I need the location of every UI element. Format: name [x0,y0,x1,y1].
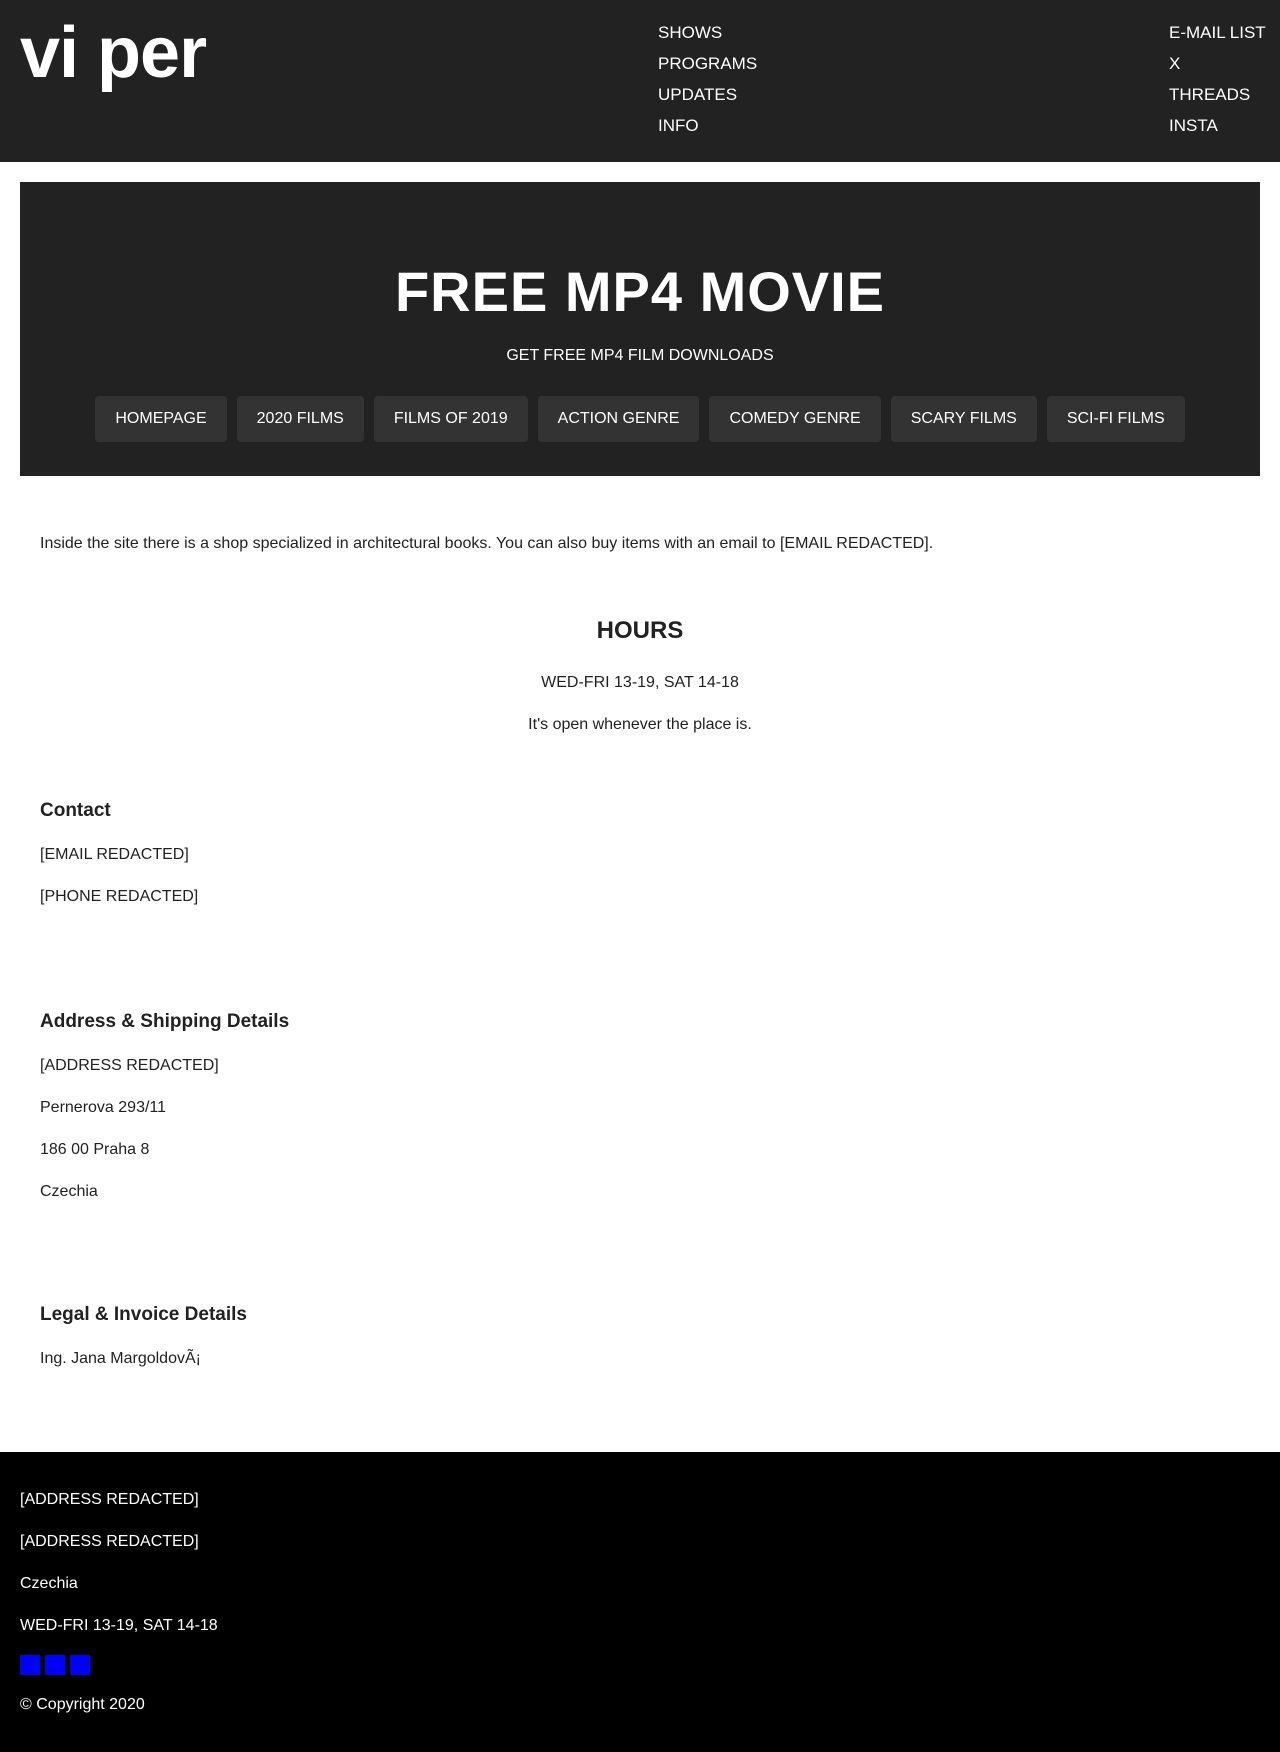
social-icon-3[interactable] [70,1655,90,1675]
address-line: [ADDRESS REDACTED] [40,1057,219,1074]
hero-title: FREE MP4 MOVIE [394,260,886,323]
footer-social-icons [20,1655,90,1675]
address-street: Pernerova 293/11 [40,1099,167,1116]
nav-item-x[interactable]: X [1169,48,1266,79]
footer-address-2: [ADDRESS REDACTED] [20,1533,199,1550]
hours-section: HOURS WED-FRI 13-19, SAT 14-18 It's open… [0,616,1280,733]
address-country: Czechia [40,1183,98,1200]
hours-note: It's open whenever the place is. [528,716,752,733]
address-city: 186 00 Praha 8 [40,1141,150,1158]
legal-section: Legal & Invoice Details Ing. Jana Margol… [40,1303,247,1369]
hero-subtitle: GET FREE MP4 FILM DOWNLOADS [506,347,774,364]
action-genre-button[interactable]: ACTION GENRE [537,396,700,442]
site-header: vi per SHOWS PROGRAMS UPDATES INFO E-MAI… [0,0,1280,162]
contact-section: Contact [EMAIL REDACTED] [PHONE REDACTED… [40,799,198,907]
footer-country: Czechia [20,1575,78,1592]
site-footer: [ADDRESS REDACTED] [ADDRESS REDACTED] Cz… [0,1452,1280,1752]
footer-address-1: [ADDRESS REDACTED] [20,1491,199,1508]
social-nav: E-MAIL LIST X THREADS INSTA [1169,17,1266,141]
homepage-button[interactable]: HOMEPAGE [95,396,227,442]
nav-item-info[interactable]: INFO [658,110,757,141]
nav-item-email-list[interactable]: E-MAIL LIST [1169,17,1266,48]
main-nav: SHOWS PROGRAMS UPDATES INFO [658,17,757,141]
site-logo[interactable]: vi per [20,10,207,96]
contact-phone: [PHONE REDACTED] [40,888,199,905]
contact-email: [EMAIL REDACTED] [40,846,189,863]
hero-banner: FREE MP4 MOVIE GET FREE MP4 FILM DOWNLOA… [20,182,1260,476]
nav-item-programs[interactable]: PROGRAMS [658,48,757,79]
films-2019-button[interactable]: FILMS OF 2019 [373,396,528,442]
social-icon-1[interactable] [20,1655,40,1675]
contact-heading: Contact [40,800,111,821]
hours-schedule: WED-FRI 13-19, SAT 14-18 [541,674,739,691]
hero-button-row: HOMEPAGE 2020 FILMS FILMS OF 2019 ACTION… [20,396,1260,442]
intro-text: Inside the site there is a shop speciali… [40,535,934,552]
footer-copyright: © Copyright 2020 [20,1696,145,1713]
comedy-genre-button[interactable]: COMEDY GENRE [709,396,881,442]
scifi-films-button[interactable]: SCI-FI FILMS [1046,396,1185,442]
footer-hours: WED-FRI 13-19, SAT 14-18 [20,1617,218,1634]
legal-heading: Legal & Invoice Details [40,1304,247,1325]
social-icon-2[interactable] [45,1655,65,1675]
address-heading: Address & Shipping Details [40,1011,290,1032]
nav-item-shows[interactable]: SHOWS [658,17,757,48]
address-section: Address & Shipping Details [ADDRESS REDA… [40,1010,289,1202]
nav-item-updates[interactable]: UPDATES [658,79,757,110]
films-2020-button[interactable]: 2020 FILMS [236,396,364,442]
nav-item-threads[interactable]: THREADS [1169,79,1266,110]
legal-name: Ing. Jana MargoldovÃ¡ [40,1350,201,1367]
hours-heading: HOURS [596,617,684,644]
scary-films-button[interactable]: SCARY FILMS [890,396,1037,442]
nav-item-insta[interactable]: INSTA [1169,110,1266,141]
